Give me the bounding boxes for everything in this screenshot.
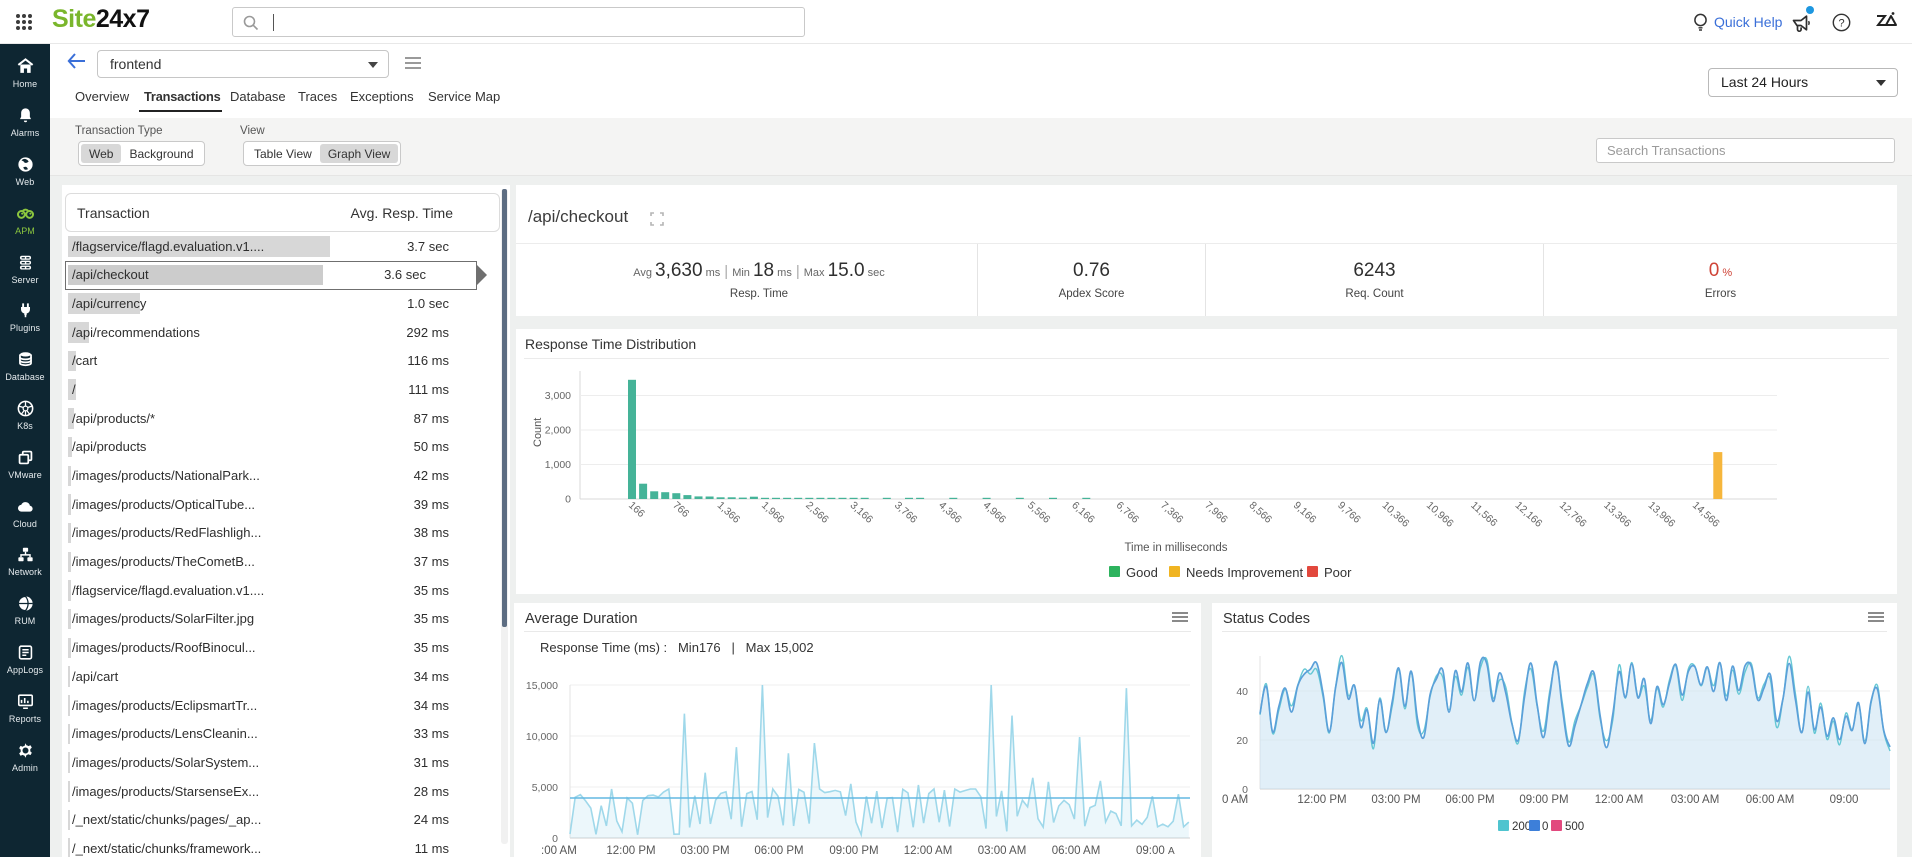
svg-text:?: ? (1838, 17, 1844, 29)
